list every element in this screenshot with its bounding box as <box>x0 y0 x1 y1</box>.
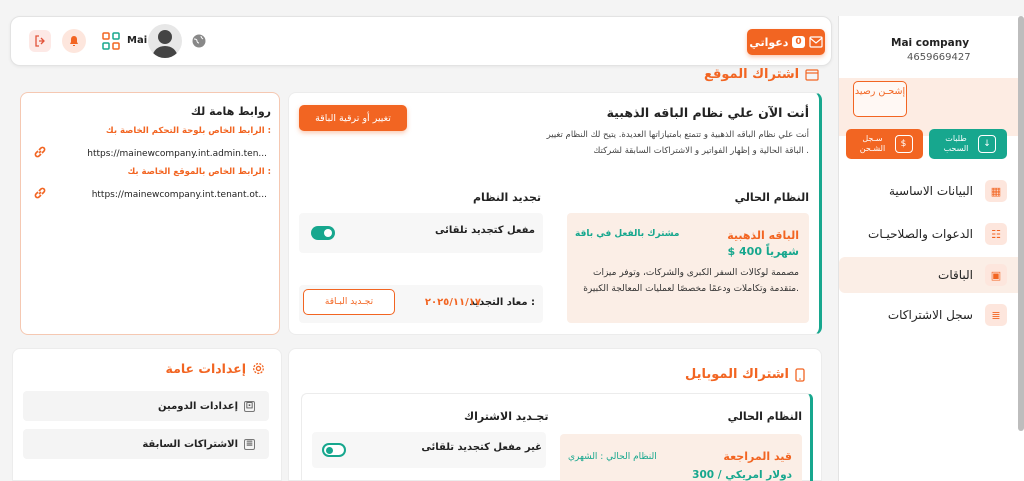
envelope-icon <box>809 36 823 48</box>
language-globe-icon[interactable] <box>189 31 209 51</box>
domain-icon: ⊡ <box>244 400 255 412</box>
mobile-auto-renew-text: غير مفعل كتجديد تلقائى <box>421 442 542 453</box>
renew-system-label: تجديد النظام <box>473 191 542 204</box>
building-icon: ▦ <box>985 180 1007 202</box>
link-icon[interactable] <box>33 186 47 204</box>
browser-icon <box>805 68 819 81</box>
mobile-subscription-title: اشتراك الموبايل <box>685 367 805 382</box>
sidebar-item-invites-permissions[interactable]: الدعوات والصلاحيـات ☷ <box>839 216 1024 252</box>
admin-link-label: الرابط الخاص بلوحة التحكم الخاصة بك : <box>105 126 271 136</box>
coin-icon: $ <box>894 135 913 153</box>
mobile-plan-price: 300 / دولار امريكي <box>692 469 792 481</box>
withdraw-icon: ↓ <box>978 135 996 153</box>
withdraw-label: طلبات السحب <box>943 134 969 153</box>
mobile-current-system-label: النظام الحالي <box>727 410 802 423</box>
links-title: روابط هامة لك <box>190 105 271 118</box>
plan-price: $ 400 شهرياً <box>727 245 799 258</box>
renew-date-row: معاد التجديد : ٢٠٢٥/١١/١٧ تجـديد البـاقة <box>299 285 543 323</box>
renew-package-button[interactable]: تجـديد البـاقة <box>303 289 395 315</box>
top-header: Mai دعواتي 0 <box>10 16 832 66</box>
sidebar-item-subscriptions-log[interactable]: سجل الاشتراكات ≣ <box>839 297 1024 333</box>
company-name: Mai company <box>891 37 970 49</box>
recharge-log-button[interactable]: سـجل الشـحن $ <box>846 129 923 159</box>
gear-icon <box>253 363 264 374</box>
mobile-plan-box: قيد المراجعة النظام الحالي : الشهري 300 … <box>560 434 802 481</box>
sidebar-item-basic-data[interactable]: البيانات الاساسية ▦ <box>839 173 1024 209</box>
renew-date-value: ٢٠٢٥/١١/١٧ <box>424 297 481 308</box>
recharge-log-label: سـجل الشـحن <box>859 134 886 153</box>
change-upgrade-plan-button[interactable]: تغيير أو ترقية الباقة <box>299 105 407 131</box>
company-id: 4659669427 <box>907 52 971 63</box>
site-link-label: الرابط الخاص بالموقع الخاصة بك : <box>127 167 271 177</box>
invites-label: دعواتي <box>749 35 789 49</box>
plan-heading: أنت الآن علي نظام الباقه الذهبية <box>606 105 809 120</box>
mobile-plan-name: قيد المراجعة <box>723 450 792 463</box>
mobile-plan-status: النظام الحالي : الشهري <box>568 452 657 462</box>
mobile-phone-icon <box>795 367 805 382</box>
site-subscription-card: أنت الآن علي نظام الباقه الذهبية أنت علي… <box>288 92 822 335</box>
bell-icon[interactable] <box>62 29 86 53</box>
general-settings-title: إعدادات عامة <box>166 361 266 376</box>
document-icon: ≡ <box>244 438 255 450</box>
site-link-url[interactable]: https://mainewcompany.int.tenant.ot... <box>92 190 267 200</box>
settings-item-label: الاشتراكات السابقة <box>142 438 238 450</box>
general-settings-card: إعدادات عامة إعدادات الدومين ⊡ الاشتراكا… <box>12 348 282 481</box>
plan-name: الباقه الذهبية <box>727 229 799 242</box>
mobile-auto-renew-row: غير مفعل كتجديد تلقائى <box>312 432 546 468</box>
auto-renew-text: مفعل كتجديد تلقائى <box>435 225 535 236</box>
previous-subscriptions-item[interactable]: الاشتراكات السابقة ≡ <box>23 429 269 459</box>
list-icon: ≣ <box>985 304 1007 326</box>
plan-details: مصممة لوكالات السفر الكبرى والشركات، وتو… <box>583 268 799 294</box>
user-name: Mai <box>127 35 148 46</box>
withdraw-requests-button[interactable]: طلبات السحب ↓ <box>929 129 1007 159</box>
important-links-card: روابط هامة لك الرابط الخاص بلوحة التحكم … <box>20 92 280 335</box>
sidebar-item-packages[interactable]: الباقات ▣ <box>839 257 1024 293</box>
package-icon: ▣ <box>985 264 1007 286</box>
scrollbar[interactable] <box>1018 16 1024 431</box>
sidebar-item-label: الباقات <box>938 268 973 282</box>
users-icon: ☷ <box>985 223 1007 245</box>
mobile-subscription-card: اشتراك الموبايل النظام الحالي تجـديد الا… <box>288 348 822 481</box>
avatar[interactable] <box>148 24 182 58</box>
site-subscription-title: اشتراك الموقع <box>704 67 819 82</box>
sidebar-item-label: سجل الاشتراكات <box>887 308 973 322</box>
mobile-auto-renew-toggle[interactable] <box>322 443 346 457</box>
plan-status: مشترك بالفعل في باقة <box>575 229 680 239</box>
current-system-label: النظام الحالي <box>734 191 809 204</box>
my-invites-button[interactable]: دعواتي 0 <box>747 29 825 55</box>
admin-link-url[interactable]: https://mainewcompany.int.admin.ten... <box>87 149 267 159</box>
mobile-renew-label: تجـديد الاشتراك <box>464 410 549 423</box>
apps-grid-icon[interactable] <box>100 30 122 52</box>
settings-item-label: إعدادات الدومين <box>158 400 238 412</box>
mobile-plan-panel: النظام الحالي تجـديد الاشتراك قيد المراج… <box>301 393 813 481</box>
domain-settings-item[interactable]: إعدادات الدومين ⊡ <box>23 391 269 421</box>
auto-renew-toggle[interactable] <box>311 226 335 240</box>
recharge-balance-button[interactable]: إشحـن رصيد <box>853 81 907 117</box>
current-plan-box: الباقه الذهبية مشترك بالفعل في باقة $ 40… <box>567 213 809 323</box>
invites-count-badge: 0 <box>792 36 805 48</box>
auto-renew-row: مفعل كتجديد تلقائى <box>299 213 543 253</box>
sidebar-item-label: الدعوات والصلاحيـات <box>868 227 973 241</box>
logout-icon[interactable] <box>29 30 51 52</box>
link-icon[interactable] <box>33 145 47 163</box>
plan-description: أنت علي نظام الباقه الذهبية و تتمتع بامت… <box>546 130 809 156</box>
sidebar: Mai company 4659669427 إشحـن رصيد سـجل ا… <box>838 16 1024 481</box>
sidebar-item-label: البيانات الاساسية <box>889 184 973 198</box>
